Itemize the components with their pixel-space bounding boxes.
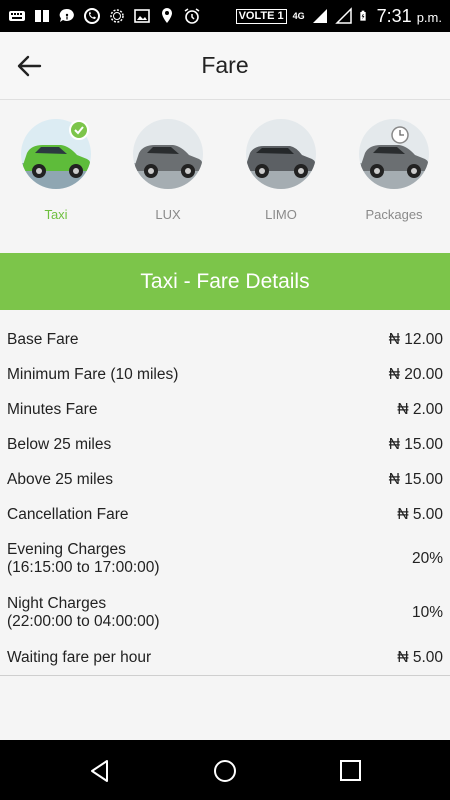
vehicle-type-label: LUX <box>155 207 181 222</box>
fare-row: Evening Charges (16:15:00 to 17:00:00) 2… <box>0 532 450 586</box>
app-bar: Fare <box>0 32 450 100</box>
brightness-icon <box>110 9 124 23</box>
fare-row: Minutes Fare ₦ 2.00 <box>0 392 450 427</box>
signal-icon <box>312 9 327 23</box>
battery-icon <box>359 10 366 21</box>
lux-car-icon <box>133 119 203 189</box>
fare-sublabel: (16:15:00 to 17:00:00) <box>7 559 160 576</box>
nav-back-icon[interactable] <box>87 758 113 784</box>
back-arrow-icon[interactable] <box>14 50 46 82</box>
fare-label: Waiting fare per hour <box>7 648 152 666</box>
vehicle-type-lux[interactable]: LUX <box>123 119 213 222</box>
fare-label: Minimum Fare (10 miles) <box>7 365 179 383</box>
alarm-icon <box>184 8 200 24</box>
fare-value: ₦ 12.00 <box>388 330 443 348</box>
fare-label-group: Night Charges (22:00:00 to 04:00:00) <box>7 595 160 631</box>
fare-label: Below 25 miles <box>7 435 112 453</box>
fare-label: Base Fare <box>7 330 79 348</box>
status-right: VOLTE 1 4G 7:31 p.m. <box>235 5 442 27</box>
nav-recents-icon[interactable] <box>338 758 364 784</box>
fare-details-title: Taxi - Fare Details <box>140 269 310 293</box>
fare-value: 20% <box>411 550 443 567</box>
fare-row: Below 25 miles ₦ 15.00 <box>0 427 450 462</box>
vehicle-type-packages[interactable]: Packages <box>349 119 439 222</box>
fare-sublabel: (22:00:00 to 04:00:00) <box>7 613 160 630</box>
fare-list: Base Fare ₦ 12.00 Minimum Fare (10 miles… <box>0 322 450 675</box>
fare-row: Waiting fare per hour ₦ 5.00 <box>0 640 450 675</box>
fare-value: ₦ 20.00 <box>388 365 443 383</box>
fare-value: ₦ 2.00 <box>397 400 443 418</box>
fare-details-banner: Taxi - Fare Details <box>0 253 450 310</box>
volte-badge: VOLTE 1 <box>235 8 287 24</box>
fare-label: Night Charges <box>7 595 107 612</box>
fare-value: ₦ 5.00 <box>397 648 443 666</box>
selected-check-icon <box>69 120 89 140</box>
whatsapp-icon <box>84 8 100 24</box>
status-bar: VOLTE 1 4G 7:31 p.m. <box>0 0 450 32</box>
fare-row: Night Charges (22:00:00 to 04:00:00) 10% <box>0 586 450 640</box>
fare-value: 10% <box>411 604 443 621</box>
book-icon <box>35 10 49 22</box>
vehicle-type-label: LIMO <box>265 207 297 222</box>
image-icon <box>134 9 150 23</box>
limo-car-icon <box>246 119 316 189</box>
fare-label: Evening Charges <box>7 541 126 558</box>
vehicle-type-label: Packages <box>365 207 423 222</box>
list-divider <box>0 675 450 676</box>
clock-time: 7:31 p.m. <box>376 5 442 26</box>
fare-row: Cancellation Fare ₦ 5.00 <box>0 497 450 532</box>
keyboard-icon <box>9 11 25 21</box>
fare-value: ₦ 5.00 <box>397 505 443 523</box>
notification-icons <box>8 7 201 25</box>
fare-label: Cancellation Fare <box>7 505 129 523</box>
fare-row: Above 25 miles ₦ 15.00 <box>0 462 450 497</box>
system-nav-bar <box>0 740 450 800</box>
fare-value: ₦ 15.00 <box>388 470 443 488</box>
packages-car-icon <box>359 119 429 189</box>
fare-label-group: Evening Charges (16:15:00 to 17:00:00) <box>7 541 160 577</box>
fare-value: ₦ 15.00 <box>388 435 443 453</box>
location-icon <box>162 8 172 23</box>
fare-row: Minimum Fare (10 miles) ₦ 20.00 <box>0 357 450 392</box>
network-type: 4G <box>292 11 305 21</box>
fare-label: Minutes Fare <box>7 400 98 418</box>
chat-icon <box>59 8 74 22</box>
vehicle-type-label: Taxi <box>44 207 68 222</box>
signal-icon-2 <box>334 7 352 24</box>
vehicle-type-limo[interactable]: LIMO <box>236 119 326 222</box>
nav-home-icon[interactable] <box>212 758 238 784</box>
page-title: Fare <box>201 52 249 78</box>
vehicle-type-selector: Taxi LUX LIMO Packages <box>0 101 450 253</box>
fare-label: Above 25 miles <box>7 470 113 488</box>
fare-row: Base Fare ₦ 12.00 <box>0 322 450 357</box>
